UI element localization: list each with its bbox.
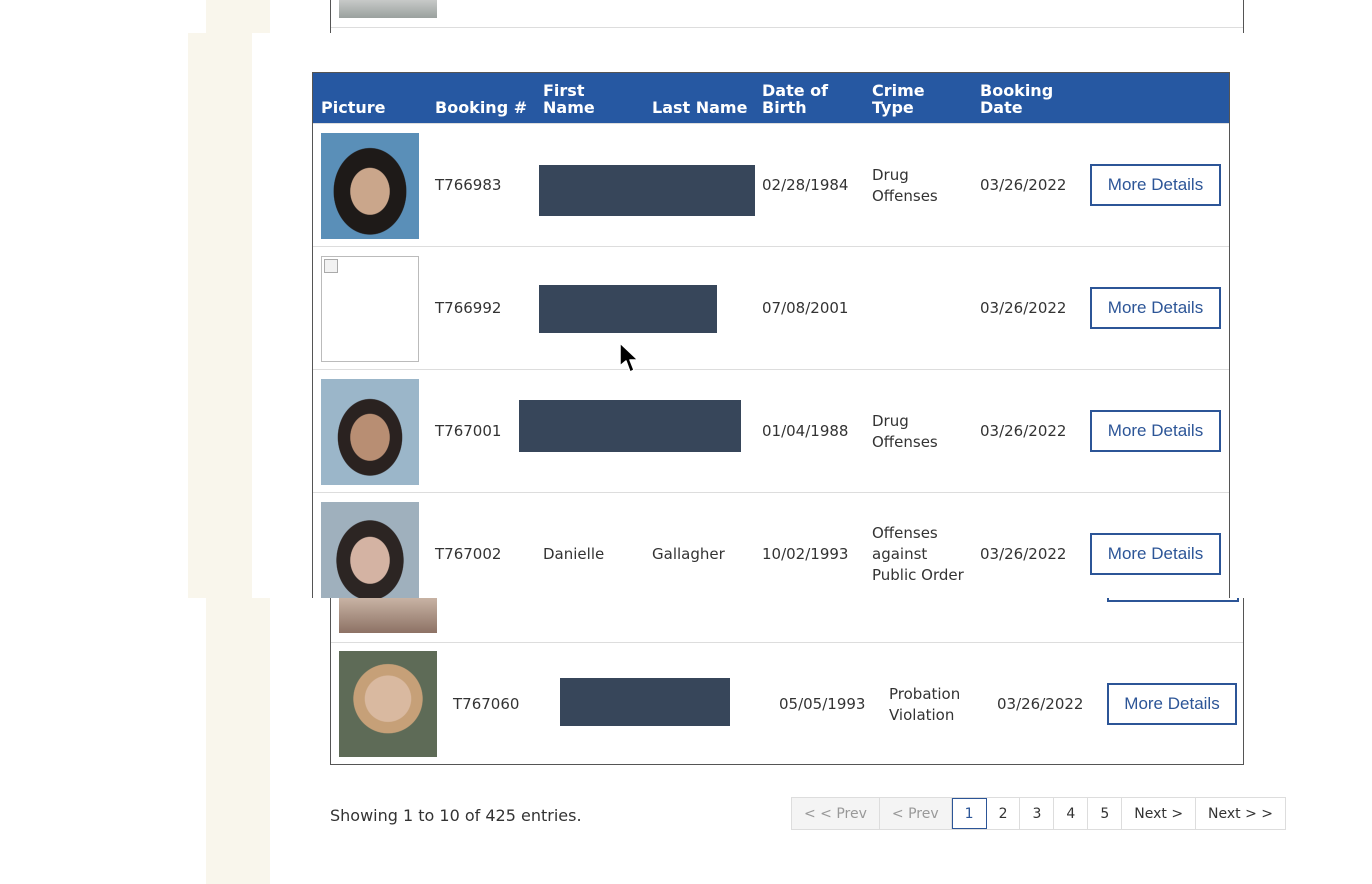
broken-image-placeholder[interactable] [321,256,419,362]
last-page-button[interactable]: Next > > [1196,798,1285,829]
booking-number: T766992 [435,299,502,317]
table-overlay: Picture Booking # First Name Last Name D… [188,33,1356,598]
date-of-birth: 07/08/2001 [762,299,849,317]
table-row: T767060 05/05/1993 Probation Violation 0… [331,643,1243,765]
more-details-button[interactable]: More Details [1090,533,1221,575]
more-details-button[interactable]: More Details [1090,410,1221,452]
table-row: T766992 07/08/2001 03/26/2022 More Detai… [313,246,1229,369]
mugshot-thumbnail [339,598,437,633]
mugshot-thumbnail[interactable] [321,133,419,239]
crime-type: Offenses against Public Order [872,524,964,584]
crime-type: Probation Violation [889,685,961,724]
redacted-name [539,165,755,216]
mouse-cursor-icon [619,342,639,373]
date-of-birth: 05/05/1993 [779,695,866,713]
first-name: Danielle [543,545,605,563]
header-picture: Picture [321,98,386,117]
header-last-name: Last Name [652,98,748,117]
mugshot-thumbnail[interactable] [321,502,419,598]
redacted-name [519,400,741,452]
booking-date: 03/26/2022 [980,545,1067,563]
header-booking-number: Booking # [435,98,528,117]
mugshot-thumbnail [339,0,437,18]
page-5-button[interactable]: 5 [1088,798,1123,829]
more-details-button[interactable]: More Details [1107,683,1237,725]
booking-date: 03/26/2022 [980,422,1067,440]
header-crime-type: Crime Type [872,81,925,117]
inmate-table: Picture Booking # First Name Last Name D… [312,72,1230,598]
table-row: T767001 01/04/1988 Drug Offenses 03/26/2… [313,369,1229,492]
crime-type: Drug Offenses [872,412,938,451]
header-date-of-birth: Date of Birth [762,81,829,117]
last-name: Gallagher [652,545,725,563]
mugshot-thumbnail[interactable] [339,651,437,757]
page-3-button[interactable]: 3 [1020,798,1055,829]
table-header: Picture Booking # First Name Last Name D… [313,73,1229,123]
broken-image-icon [324,259,338,273]
date-of-birth: 10/02/1993 [762,545,849,563]
first-page-button[interactable]: < < Prev [792,798,880,829]
redacted-name [560,678,730,726]
booking-date: 03/26/2022 [997,695,1084,713]
next-page-button[interactable]: Next > [1122,798,1197,829]
entries-count: Showing 1 to 10 of 425 entries. [330,806,582,825]
page-4-button[interactable]: 4 [1054,798,1089,829]
booking-number: T767060 [453,695,520,713]
prev-page-button[interactable]: < Prev [879,798,952,829]
side-stripe [188,33,252,598]
page-1-button[interactable]: 1 [951,798,987,829]
table-row: T766983 02/28/1984 Drug Offenses 03/26/2… [313,123,1229,246]
more-details-button[interactable]: More Details [1090,287,1221,329]
table-row: T767002 Danielle Gallagher 10/02/1993 Of… [313,492,1229,598]
booking-number: T767001 [435,422,502,440]
booking-date: 03/26/2022 [980,176,1067,194]
mugshot-thumbnail[interactable] [321,379,419,485]
booking-date: 03/26/2022 [980,299,1067,317]
booking-number: T766983 [435,176,502,194]
row-divider [331,27,1243,28]
pagination: < < Prev < Prev 1 2 3 4 5 Next > Next > … [791,797,1287,830]
crime-type: Drug Offenses [872,166,938,205]
page-2-button[interactable]: 2 [987,798,1021,829]
more-details-button[interactable]: More Details [1090,164,1221,206]
redacted-name [539,285,717,333]
date-of-birth: 02/28/1984 [762,176,849,194]
header-first-name: First Name [543,81,595,117]
header-booking-date: Booking Date [980,81,1054,117]
date-of-birth: 01/04/1988 [762,422,849,440]
booking-number: T767002 [435,545,502,563]
